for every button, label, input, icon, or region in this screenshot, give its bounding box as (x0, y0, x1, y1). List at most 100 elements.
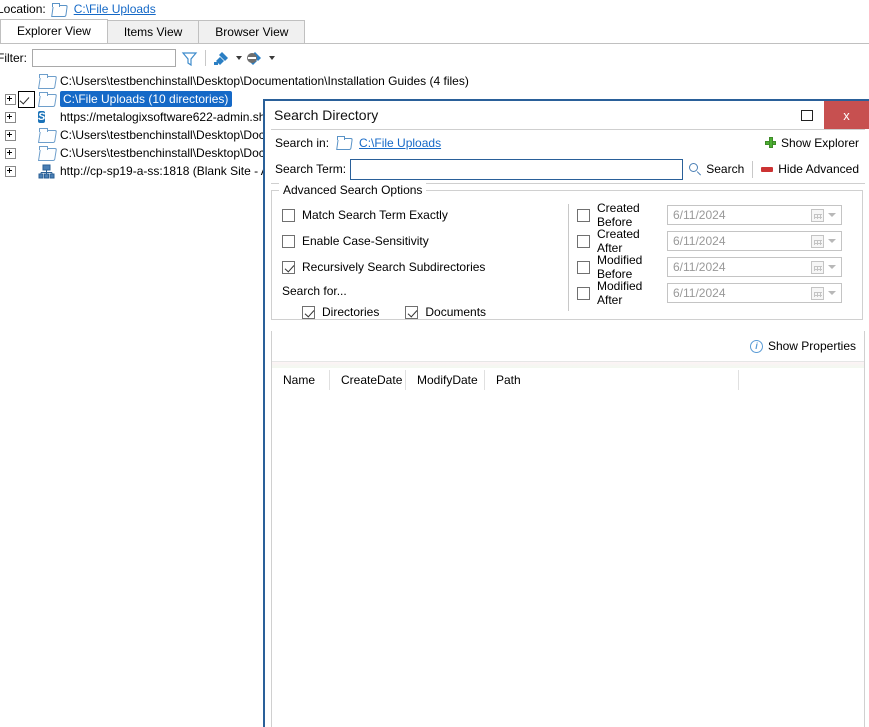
search-for-row: Directories Documents (282, 299, 568, 325)
recursive-search-checkbox[interactable] (282, 261, 295, 274)
chevron-down-icon[interactable] (828, 239, 836, 243)
column-header-path[interactable]: Path (485, 370, 739, 390)
action-separator (752, 161, 753, 178)
modified-after-date-value: 6/11/2024 (673, 286, 811, 300)
option-case-sensitivity[interactable]: Enable Case-Sensitivity (282, 228, 568, 254)
search-term-input[interactable] (350, 159, 683, 180)
sharepoint-icon: S (38, 109, 57, 125)
search-term-row: Search Term: Search Hide Advanced (271, 155, 865, 183)
expand-toggle[interactable] (2, 127, 18, 143)
created-after-date-value: 6/11/2024 (673, 234, 811, 248)
expand-toggle[interactable] (2, 145, 18, 161)
created-before-checkbox[interactable] (577, 209, 590, 222)
location-path-link[interactable]: C:\File Uploads (74, 2, 156, 16)
search-results-panel: i Show Properties Name CreateDate Modify… (271, 331, 865, 727)
filter-toolbar: Filter: (0, 44, 869, 73)
funnel-filter-icon[interactable] (176, 47, 202, 69)
created-before-date-field[interactable]: 6/11/2024 (667, 205, 842, 225)
folder-icon (38, 73, 57, 89)
column-header-createdate[interactable]: CreateDate (330, 370, 406, 390)
column-header-name[interactable]: Name (272, 370, 330, 390)
tab-explorer-view[interactable]: Explorer View (0, 19, 108, 43)
option-directories[interactable]: Directories (302, 299, 379, 325)
window-buttons: x (790, 101, 869, 129)
tab-browser-view[interactable]: Browser View (198, 20, 305, 43)
search-directory-dialog: Search Directory x Search in: C:\File Up… (263, 99, 869, 727)
search-button-label: Search (706, 162, 744, 176)
filter-input[interactable] (32, 49, 176, 67)
close-button[interactable]: x (824, 101, 869, 129)
results-grid-body (272, 392, 864, 727)
maximize-button[interactable] (790, 101, 824, 129)
advanced-options-left: Match Search Term Exactly Enable Case-Se… (272, 202, 568, 319)
search-in-path-link[interactable]: C:\File Uploads (359, 136, 441, 150)
folder-icon (52, 3, 68, 16)
expand-toggle[interactable] (2, 163, 18, 179)
disconnect-plug-icon[interactable] (242, 47, 268, 69)
hide-advanced-button[interactable]: Hide Advanced (755, 162, 865, 176)
calendar-icon[interactable] (811, 261, 824, 274)
calendar-icon[interactable] (811, 209, 824, 222)
info-icon: i (750, 340, 763, 353)
location-label: Location: (0, 2, 52, 16)
folder-icon (337, 136, 353, 149)
directories-checkbox[interactable] (302, 306, 315, 319)
search-button[interactable]: Search (683, 162, 750, 176)
modified-before-date-value: 6/11/2024 (673, 260, 811, 274)
calendar-icon[interactable] (811, 287, 824, 300)
column-header-modifydate[interactable]: ModifyDate (406, 370, 485, 390)
maximize-icon (801, 110, 813, 121)
modified-before-checkbox[interactable] (577, 261, 590, 274)
location-bar: Location: C:\File Uploads (0, 0, 869, 18)
dialog-titlebar[interactable]: Search Directory x (265, 101, 869, 129)
app-root: Location: C:\File Uploads Explorer View … (0, 0, 869, 727)
modified-after-label: Modified After (597, 279, 667, 307)
show-explorer-button[interactable]: Show Explorer (759, 136, 865, 150)
filter-modified-after: Modified After 6/11/2024 (577, 280, 862, 306)
filter-label: Filter: (0, 51, 32, 65)
plus-icon (765, 137, 776, 148)
folder-icon (38, 145, 57, 161)
folder-icon (38, 91, 57, 107)
modified-before-date-field[interactable]: 6/11/2024 (667, 257, 842, 277)
filter-modified-before: Modified Before 6/11/2024 (577, 254, 862, 280)
chevron-down-icon[interactable] (828, 291, 836, 295)
modified-after-checkbox[interactable] (577, 287, 590, 300)
date-filters: Created Before 6/11/2024 Creat (569, 202, 862, 319)
search-term-label: Search Term: (275, 162, 346, 176)
site-icon (38, 163, 57, 179)
match-exactly-checkbox[interactable] (282, 209, 295, 222)
tree-row[interactable]: C:\Users\testbenchinstall\Desktop\Docume… (0, 72, 869, 90)
expand-toggle[interactable] (2, 91, 18, 107)
option-match-exactly[interactable]: Match Search Term Exactly (282, 202, 568, 228)
show-properties-button[interactable]: i Show Properties (744, 339, 862, 353)
created-after-date-field[interactable]: 6/11/2024 (667, 231, 842, 251)
modified-after-date-field[interactable]: 6/11/2024 (667, 283, 842, 303)
search-in-row: Search in: C:\File Uploads Show Explorer (271, 130, 865, 155)
tree-item-checkbox[interactable] (18, 91, 35, 108)
search-for-label: Search for... (282, 284, 568, 298)
chevron-down-icon[interactable] (828, 213, 836, 217)
disconnect-dropdown-caret-icon[interactable] (269, 56, 275, 60)
properties-bar: i Show Properties (272, 331, 864, 362)
connect-plug-icon[interactable] (209, 47, 235, 69)
case-sensitivity-checkbox[interactable] (282, 235, 295, 248)
dialog-title: Search Directory (274, 107, 378, 123)
expand-toggle[interactable] (2, 109, 18, 125)
filter-created-before: Created Before 6/11/2024 (577, 202, 862, 228)
documents-checkbox[interactable] (405, 306, 418, 319)
folder-icon (38, 127, 57, 143)
documents-label: Documents (425, 305, 486, 319)
tab-items-view[interactable]: Items View (107, 20, 199, 43)
created-after-checkbox[interactable] (577, 235, 590, 248)
option-documents[interactable]: Documents (405, 299, 486, 325)
calendar-icon[interactable] (811, 235, 824, 248)
chevron-down-icon[interactable] (828, 265, 836, 269)
option-recursive-search[interactable]: Recursively Search Subdirectories (282, 254, 568, 280)
match-exactly-label: Match Search Term Exactly (302, 208, 448, 222)
search-panel: Search in: C:\File Uploads Show Explorer… (271, 129, 865, 184)
recursive-search-label: Recursively Search Subdirectories (302, 260, 485, 274)
view-tabs: Explorer View Items View Browser View (0, 19, 869, 44)
show-properties-label: Show Properties (768, 339, 856, 353)
toolbar-separator (205, 50, 206, 66)
